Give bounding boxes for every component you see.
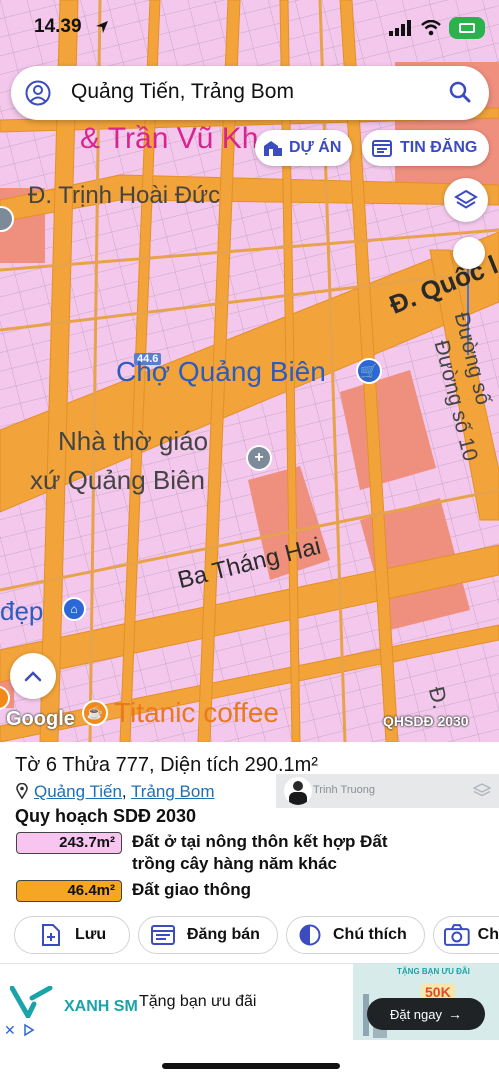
profile-icon[interactable] [25,80,51,106]
map-label-nha-tho-1[interactable]: Nhà thờ giáo [58,426,208,457]
post-sale-button[interactable]: Đăng bán [138,916,278,954]
google-logo: Google [6,708,75,730]
layers-icon [454,189,478,209]
search-icon[interactable] [449,81,471,103]
expand-up-button[interactable] [10,653,56,699]
land-use-area-1: 243.7m² [16,832,122,854]
camera-icon [444,924,470,946]
map-label-titanic[interactable]: Titanic coffee [114,697,279,729]
du-an-label: DỰ ÁN [289,139,342,156]
plan-title: Quy hoạch SDĐ 2030 [15,806,197,826]
ad-banner-title: TẶNG BẠN ƯU ĐÃI [397,967,470,976]
ad-choices-icon[interactable] [22,1023,36,1037]
land-use-desc-1a: Đất ở tại nông thôn kết hợp Đất [132,832,388,851]
legend-button[interactable]: Chú thích [286,916,425,954]
ad-brand: XANH SM [64,998,138,1015]
listing-icon [372,140,392,157]
user-card[interactable]: Trinh Truong [276,774,499,808]
xanh-sm-logo-icon [10,986,53,1018]
ad-banner[interactable]: XANH SM Tặng bạn ưu đãi TẶNG BẠN ƯU ĐÃI … [0,963,499,1041]
status-time: 14.39 [34,16,82,37]
user-name: Trinh Truong [313,784,375,796]
building-icon [264,141,282,156]
signal-icon [389,20,411,36]
church-icon[interactable]: + [246,445,272,471]
list-form-icon [151,925,175,945]
status-icons [389,14,485,42]
district-link[interactable]: Trảng Bom [131,782,214,801]
parcel-title: Tờ 6 Thửa 777, Diện tích 290.1m² [15,754,318,776]
contrast-icon [299,924,321,946]
location-row: Quảng Tiến, Trảng Bom [16,782,215,802]
land-use-area-2: 46.4m² [16,880,122,902]
ad-cta-label: Đặt ngay [389,1006,443,1022]
map-label-nha-tho-2[interactable]: xứ Quảng Biên [30,465,205,496]
legend-label: Chú thích [333,926,407,943]
layer-tag: QHSDĐ 2030 [383,713,469,729]
location-arrow-icon [96,21,108,33]
layers-button[interactable] [444,178,488,222]
chevron-up-icon [24,671,42,682]
search-input[interactable]: Quảng Tiến, Trảng Bom [71,80,294,104]
arrow-right-icon: → [448,1006,463,1022]
tin-dang-label: TIN ĐĂNG [400,139,478,156]
land-use-desc-2: Đất giao thông [132,880,251,899]
battery-icon [449,17,485,39]
lock-icon[interactable]: ⌂ [62,597,86,621]
map-label-trinh-hoai-duc: Đ. Trịnh Hoài Đức [28,182,221,209]
ad-cta-button[interactable]: Đặt ngay → [367,998,485,1030]
save-button[interactable]: Lưu [14,916,130,954]
ad-close-icon[interactable]: ✕ [4,1022,16,1039]
location-pin-icon [16,782,28,800]
avatar [284,777,312,805]
land-use-desc-1b: trồng cây hàng năm khác [132,854,337,873]
map-label-cho-quang-bien[interactable]: Chợ Quảng Biên [116,356,326,388]
home-indicator[interactable] [162,1063,340,1069]
opacity-slider-handle[interactable] [453,237,485,269]
map-label-top: & Trần Vũ Kh [80,122,259,155]
du-an-button[interactable]: DỰ ÁN [255,130,352,166]
market-icon[interactable]: 🛒 [356,358,382,384]
search-bar[interactable]: Quảng Tiến, Trảng Bom [11,66,489,120]
ad-tagline: Tặng bạn ưu đãi [139,993,257,1010]
add-file-icon [42,924,60,946]
camera-button[interactable]: Ch [433,916,499,954]
parcel-info-sheet: Tờ 6 Thửa 777, Diện tích 290.1m² Quảng T… [0,742,499,964]
save-label: Lưu [75,926,107,943]
map-label-dep: đẹp [0,596,44,626]
camera-label: Ch [477,926,499,943]
commune-link[interactable]: Quảng Tiến [34,782,122,801]
tin-dang-button[interactable]: TIN ĐĂNG [362,130,489,166]
coffee-icon[interactable]: ☕ [82,700,108,726]
post-sale-label: Đăng bán [187,926,260,943]
location-separator: , [121,782,132,801]
wifi-icon [421,20,441,36]
stack-icon [473,783,491,797]
